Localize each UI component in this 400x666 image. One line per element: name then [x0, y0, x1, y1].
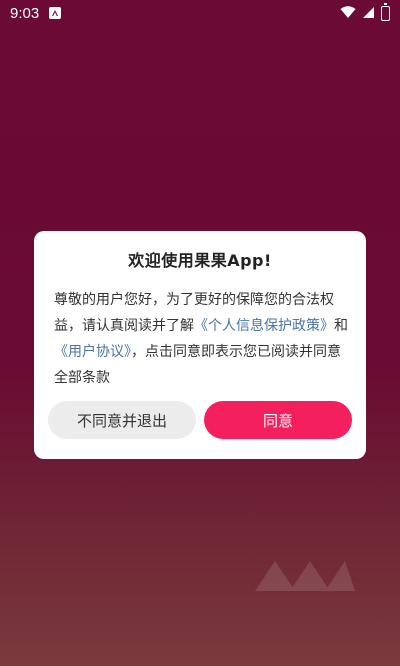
agree-button[interactable]: 同意 [204, 401, 352, 439]
status-right [340, 2, 390, 23]
battery-icon [381, 2, 390, 21]
status-left: 9:03 [10, 4, 62, 22]
watermark-icon [255, 561, 355, 591]
body-conj: 和 [334, 318, 348, 334]
privacy-dialog: 欢迎使用果果App! 尊敬的用户您好，为了更好的保障您的合法权益，请认真阅读并了… [34, 231, 366, 459]
status-time: 9:03 [10, 4, 40, 22]
user-agreement-link[interactable]: 《用户协议》 [54, 344, 131, 360]
dialog-button-row: 不同意并退出 同意 [48, 401, 352, 439]
signal-icon [362, 4, 375, 23]
status-bar: 9:03 [0, 0, 400, 26]
dialog-body[interactable]: 尊敬的用户您好，为了更好的保障您的合法权益，请认真阅读并了解《个人信息保护政策》… [54, 287, 348, 383]
disagree-exit-button[interactable]: 不同意并退出 [48, 401, 196, 439]
a-icon [49, 7, 62, 19]
wifi-icon [340, 4, 356, 23]
dialog-title: 欢迎使用果果App! [128, 251, 272, 270]
privacy-policy-link[interactable]: 《个人信息保护政策》 [194, 318, 334, 334]
